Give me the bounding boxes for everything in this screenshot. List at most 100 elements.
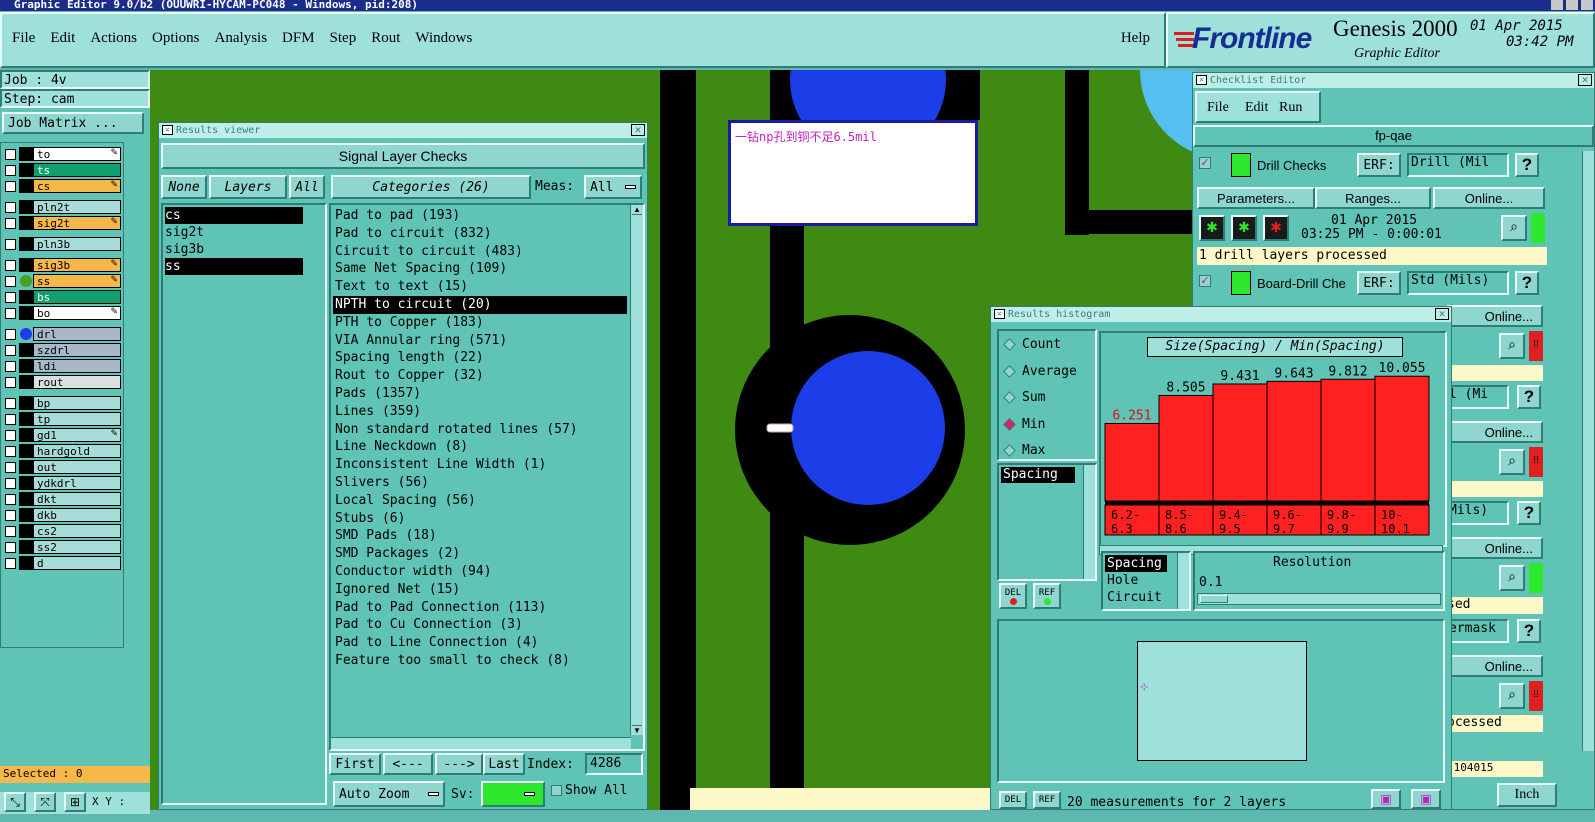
layer-checkbox[interactable] bbox=[5, 509, 16, 521]
online-button-2[interactable]: Online... bbox=[1447, 305, 1543, 327]
layer-row-ts[interactable]: ts bbox=[5, 163, 121, 177]
category-item[interactable]: SMD Packages (2) bbox=[333, 545, 627, 563]
layer-row-dkt[interactable]: dkt bbox=[5, 492, 121, 506]
layer-row-cs2[interactable]: cs2 bbox=[5, 524, 121, 538]
menu-rout[interactable]: Rout bbox=[371, 30, 400, 47]
online-button[interactable]: Online... bbox=[1433, 187, 1545, 209]
category-item[interactable]: Conductor width (94) bbox=[333, 563, 627, 581]
index-input[interactable]: 4286 bbox=[585, 753, 643, 775]
help-button-3[interactable]: ? bbox=[1517, 385, 1541, 409]
zoom-icon-3[interactable]: ⌕ bbox=[1499, 449, 1525, 475]
mode-radio-min[interactable]: Min bbox=[1003, 417, 1045, 432]
layer-row-to[interactable]: to ✎ bbox=[5, 147, 121, 161]
layers-button[interactable]: Layers bbox=[209, 175, 287, 199]
close-results-viewer-button[interactable]: ✕ bbox=[631, 124, 645, 136]
layer-row-hardgold[interactable]: hardgold bbox=[5, 444, 121, 458]
category-item[interactable]: Local Spacing (56) bbox=[333, 492, 627, 510]
histogram-bar[interactable] bbox=[1320, 378, 1376, 502]
window-menu-icon[interactable]: ✕ bbox=[1196, 75, 1207, 85]
layer-row-sig2t[interactable]: sig2t ✎ bbox=[5, 216, 121, 230]
mode-radio-count[interactable]: Count bbox=[1003, 337, 1061, 352]
help-button-5[interactable]: ? bbox=[1517, 619, 1541, 643]
layer-checkbox[interactable] bbox=[5, 429, 16, 441]
layer-checkbox[interactable] bbox=[5, 148, 16, 160]
category-item[interactable]: Inconsistent Line Width (1) bbox=[333, 456, 627, 474]
menu-file[interactable]: File bbox=[12, 30, 35, 47]
category-item[interactable]: Slivers (56) bbox=[333, 474, 627, 492]
layer-row-cs[interactable]: cs ✎ bbox=[5, 179, 121, 193]
layer-checkbox[interactable] bbox=[5, 541, 16, 553]
menu-step[interactable]: Step bbox=[330, 30, 357, 47]
layer-checkbox[interactable] bbox=[5, 275, 16, 287]
maximize-button[interactable] bbox=[1566, 0, 1578, 10]
next-button[interactable]: ---> bbox=[435, 753, 483, 775]
layer-row-ldi[interactable]: ldi bbox=[5, 359, 121, 373]
result-layer-item[interactable]: sig2t bbox=[165, 224, 323, 241]
resolution-slider-thumb[interactable] bbox=[1200, 595, 1228, 603]
category-item[interactable]: Spacing length (22) bbox=[333, 349, 627, 367]
category-item[interactable]: Non standard rotated lines (57) bbox=[333, 421, 627, 439]
drill-zoom-icon[interactable]: ⌕ bbox=[1501, 215, 1527, 241]
layer-row-tp[interactable]: tp bbox=[5, 412, 121, 426]
drill-help-button[interactable]: ? bbox=[1515, 153, 1539, 177]
layer-row-ss[interactable]: ss ✎ bbox=[5, 274, 121, 288]
layer-row-sig3b[interactable]: sig3b ✎ bbox=[5, 258, 121, 272]
zoom-icon-5[interactable]: ⌕ bbox=[1499, 683, 1525, 709]
close-window-button[interactable] bbox=[1581, 0, 1593, 10]
menu-dfm[interactable]: DFM bbox=[282, 30, 315, 47]
layer-row-pln3b[interactable]: pln3b bbox=[5, 237, 121, 251]
results-histogram-titlebar[interactable]: ✕ Results histogram ✕ bbox=[991, 307, 1451, 322]
category-item[interactable]: Same Net Spacing (109) bbox=[333, 260, 627, 278]
tool-zoom-icon[interactable]: ⤧ bbox=[34, 792, 56, 812]
result-layer-item[interactable]: cs bbox=[165, 207, 303, 224]
results-viewer-titlebar[interactable]: ✕ Results viewer ✕ bbox=[159, 123, 647, 138]
mode-radio-sum[interactable]: Sum bbox=[1003, 390, 1045, 405]
category-item[interactable]: VIA Annular ring (571) bbox=[333, 332, 627, 350]
category-item[interactable]: Line Neckdown (8) bbox=[333, 438, 627, 456]
board-drill-help-button[interactable]: ? bbox=[1515, 271, 1539, 295]
minimize-button[interactable] bbox=[1551, 0, 1563, 10]
resolution-slider[interactable] bbox=[1197, 593, 1441, 605]
last-button[interactable]: Last bbox=[483, 753, 525, 775]
layer-row-gd1[interactable]: gd1 ✎ bbox=[5, 428, 121, 442]
window-menu-icon[interactable]: ✕ bbox=[162, 125, 173, 135]
layer-checkbox[interactable] bbox=[5, 445, 16, 457]
category-item[interactable]: Pad to Line Connection (4) bbox=[333, 634, 627, 652]
category-item[interactable]: Pad to pad (193) bbox=[333, 207, 627, 225]
layer-checkbox[interactable] bbox=[5, 557, 16, 569]
layer-checkbox[interactable] bbox=[5, 413, 16, 425]
kind-item[interactable]: Spacing bbox=[1105, 555, 1167, 572]
online-button-4[interactable]: Online... bbox=[1447, 537, 1543, 559]
layer-row-szdrl[interactable]: szdrl bbox=[5, 343, 121, 357]
tool-grid-icon[interactable]: ⊞ bbox=[64, 792, 86, 812]
category-item[interactable]: Circuit to circuit (483) bbox=[333, 243, 627, 261]
layer-row-bo[interactable]: bo ✎ bbox=[5, 306, 121, 320]
menu-analysis[interactable]: Analysis bbox=[215, 30, 268, 47]
layer-checkbox[interactable] bbox=[5, 525, 16, 537]
parameters-button[interactable]: Parameters... bbox=[1197, 187, 1315, 209]
layer-checkbox[interactable] bbox=[5, 291, 16, 303]
category-item[interactable]: Rout to Copper (32) bbox=[333, 367, 627, 385]
menu-edit[interactable]: Edit bbox=[50, 30, 75, 47]
category-item[interactable]: Text to text (15) bbox=[333, 278, 627, 296]
result-layer-item[interactable]: sig3b bbox=[165, 241, 323, 258]
meas-dropdown[interactable]: All bbox=[584, 175, 642, 199]
ref-button[interactable]: REF bbox=[1033, 583, 1061, 609]
zoom-icon-4[interactable]: ⌕ bbox=[1499, 565, 1525, 591]
category-item[interactable]: Stubs (6) bbox=[333, 510, 627, 528]
close-histogram-button[interactable]: ✕ bbox=[1435, 308, 1449, 320]
layer-checkbox[interactable] bbox=[5, 477, 16, 489]
categories-horizontal-scrollbar[interactable] bbox=[331, 737, 631, 749]
result-layer-item[interactable]: ss bbox=[165, 258, 303, 275]
all-button[interactable]: All bbox=[289, 175, 325, 199]
board-drill-checkbox[interactable]: ✓ bbox=[1199, 275, 1211, 287]
layer-checkbox[interactable] bbox=[5, 238, 16, 250]
menu-options[interactable]: Options bbox=[152, 30, 200, 47]
layer-row-bs[interactable]: bs bbox=[5, 290, 121, 304]
layer-row-bp[interactable]: bp bbox=[5, 396, 121, 410]
ranges-button[interactable]: Ranges... bbox=[1315, 187, 1431, 209]
sv-color-dropdown[interactable] bbox=[481, 781, 545, 807]
category-item[interactable]: PTH to Copper (183) bbox=[333, 314, 627, 332]
window-menu-icon[interactable]: ✕ bbox=[994, 309, 1005, 319]
kind-item[interactable]: Hole bbox=[1105, 572, 1167, 589]
